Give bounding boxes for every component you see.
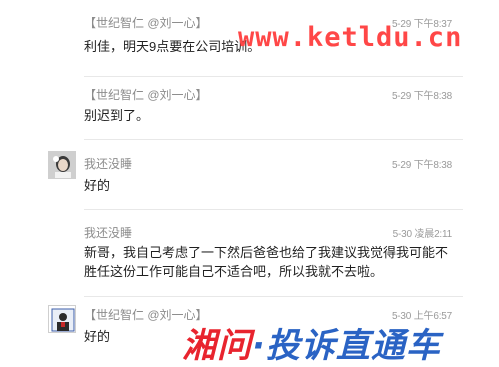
watermark-logo: 湘问·投诉直通车 (182, 318, 441, 367)
message-time: 5-29 下午8:38 (391, 160, 452, 171)
message-text[interactable]: 好的 (84, 327, 110, 346)
message-divider (84, 139, 463, 140)
sender-name[interactable]: 【世纪智仁 @刘一心】 (84, 86, 208, 103)
message-text[interactable]: 利佳，明天9点要在公司培训。 (84, 37, 260, 56)
message-text-line[interactable]: 新哥，我自己考虑了一下然后爸爸也给了我建议我觉得我可能不 (84, 243, 448, 262)
avatar-photo-icon (49, 152, 75, 178)
message-divider (84, 76, 463, 77)
message-time: 5-30 凌晨2:11 (392, 229, 453, 240)
message-text[interactable]: 好的 (84, 176, 110, 195)
sender-name[interactable]: 我还没睡 (84, 224, 132, 241)
sender-name[interactable]: 【世纪智仁 @刘一心】 (84, 14, 208, 31)
company-logo-icon (49, 306, 75, 332)
avatar[interactable] (48, 151, 76, 179)
watermark-logo-part: ·投诉直通车 (252, 326, 441, 366)
avatar[interactable] (48, 305, 76, 333)
watermark-url: www.ketldu.cn (238, 22, 463, 53)
message-time: 5-29 下午8:38 (391, 91, 452, 102)
message-text-line[interactable]: 胜任这份工作可能自己不适合吧，所以我就不去啦。 (84, 262, 383, 281)
watermark-logo-part: 湘问 (182, 326, 252, 366)
message-divider (84, 296, 463, 297)
message-divider (84, 209, 463, 210)
sender-name[interactable]: 我还没睡 (84, 155, 132, 172)
message-text[interactable]: 别迟到了。 (84, 106, 149, 125)
